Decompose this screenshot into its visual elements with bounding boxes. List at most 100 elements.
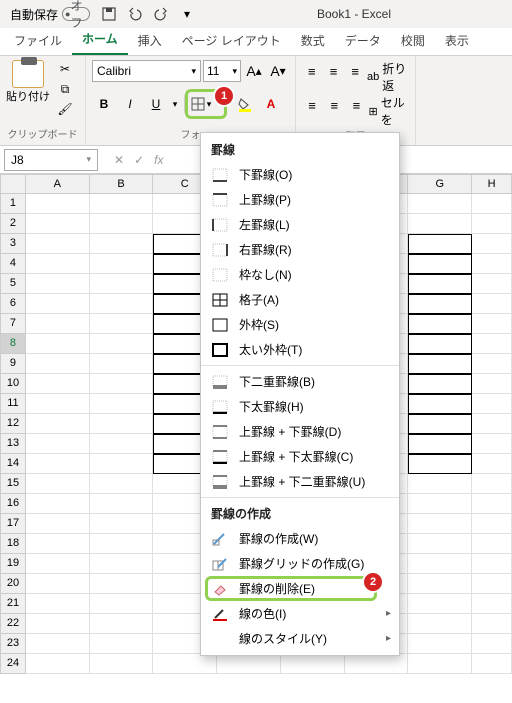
cell[interactable] [90, 614, 154, 634]
save-icon[interactable] [96, 2, 122, 26]
fill-color-button[interactable] [233, 93, 257, 115]
row-header[interactable]: 17 [0, 514, 26, 534]
row-header[interactable]: 11 [0, 394, 26, 414]
increase-font-icon[interactable]: A▴ [243, 60, 265, 82]
cell[interactable] [472, 234, 512, 254]
menu-line-style[interactable]: 線のスタイル(Y)▸ [201, 626, 399, 651]
cell[interactable] [408, 554, 472, 574]
cell[interactable] [26, 654, 90, 674]
cell[interactable] [408, 274, 472, 294]
row-header[interactable]: 24 [0, 654, 26, 674]
cell[interactable] [472, 594, 512, 614]
cell[interactable] [90, 214, 154, 234]
align-left-icon[interactable]: ≡ [302, 94, 322, 116]
cell[interactable] [472, 514, 512, 534]
autosave-toggle[interactable]: 自動保存 ● オフ [4, 6, 96, 23]
menu-top-border[interactable]: 上罫線(P) [201, 187, 399, 212]
row-header[interactable]: 1 [0, 194, 26, 214]
cell[interactable] [90, 254, 154, 274]
copy-icon[interactable]: ⧉ [54, 80, 76, 98]
align-middle-icon[interactable]: ≡ [324, 60, 344, 82]
cell[interactable] [90, 494, 154, 514]
row-header[interactable]: 20 [0, 574, 26, 594]
menu-top-double-bottom[interactable]: 上罫線 + 下二重罫線(U) [201, 469, 399, 494]
cell[interactable] [90, 574, 154, 594]
customize-qat-icon[interactable]: ▾ [174, 2, 200, 26]
cell[interactable] [26, 594, 90, 614]
cell[interactable] [90, 654, 154, 674]
menu-outside-borders[interactable]: 外枠(S) [201, 312, 399, 337]
row-header[interactable]: 22 [0, 614, 26, 634]
menu-left-border[interactable]: 左罫線(L) [201, 212, 399, 237]
font-name-selector[interactable]: Calibri▾ [92, 60, 201, 82]
tab-file[interactable]: ファイル [4, 26, 72, 55]
align-bottom-icon[interactable]: ≡ [345, 60, 365, 82]
menu-erase-border[interactable]: 2 罫線の削除(E) [201, 576, 399, 601]
cell[interactable] [472, 274, 512, 294]
italic-button[interactable]: I [118, 93, 142, 115]
cell[interactable] [153, 654, 217, 674]
menu-no-border[interactable]: 枠なし(N) [201, 262, 399, 287]
cell[interactable] [26, 514, 90, 534]
row-header[interactable]: 2 [0, 214, 26, 234]
cell[interactable] [408, 234, 472, 254]
cell[interactable] [26, 374, 90, 394]
cell[interactable] [408, 434, 472, 454]
cell[interactable] [408, 634, 472, 654]
wrap-text-button[interactable]: ab 折り返 [367, 60, 409, 94]
tab-pagelayout[interactable]: ページ レイアウト [172, 26, 291, 55]
cell[interactable] [472, 454, 512, 474]
cell[interactable] [90, 594, 154, 614]
cell[interactable] [408, 474, 472, 494]
cut-icon[interactable]: ✂ [54, 60, 76, 78]
menu-bottom-border[interactable]: 下罫線(O) [201, 162, 399, 187]
cell[interactable] [408, 614, 472, 634]
cell[interactable] [90, 514, 154, 534]
align-top-icon[interactable]: ≡ [302, 60, 322, 82]
cell[interactable] [408, 534, 472, 554]
cell[interactable] [472, 394, 512, 414]
borders-button[interactable]: ▾ 1 [189, 93, 213, 115]
cell[interactable] [472, 334, 512, 354]
tab-view[interactable]: 表示 [435, 26, 479, 55]
cell[interactable] [408, 414, 472, 434]
row-header[interactable]: 16 [0, 494, 26, 514]
cell[interactable] [408, 194, 472, 214]
row-header[interactable]: 5 [0, 274, 26, 294]
cell[interactable] [26, 434, 90, 454]
menu-thick-outside[interactable]: 太い外枠(T) [201, 337, 399, 362]
cell[interactable] [26, 454, 90, 474]
cell[interactable] [26, 614, 90, 634]
col-header[interactable]: A [26, 174, 90, 194]
cell[interactable] [90, 334, 154, 354]
cell[interactable] [408, 374, 472, 394]
cell[interactable] [408, 514, 472, 534]
cell[interactable] [26, 554, 90, 574]
cell[interactable] [408, 594, 472, 614]
tab-formulas[interactable]: 数式 [291, 26, 335, 55]
cell[interactable] [90, 374, 154, 394]
cell[interactable] [408, 454, 472, 474]
cell[interactable] [408, 254, 472, 274]
tab-review[interactable]: 校閲 [391, 26, 435, 55]
merge-cells-button[interactable]: ⊞ セルを [368, 94, 409, 128]
cell[interactable] [26, 274, 90, 294]
cell[interactable] [26, 294, 90, 314]
cell[interactable] [472, 214, 512, 234]
decrease-font-icon[interactable]: A▾ [267, 60, 289, 82]
row-header[interactable]: 3 [0, 234, 26, 254]
cell[interactable] [408, 574, 472, 594]
cell[interactable] [408, 314, 472, 334]
cell[interactable] [26, 474, 90, 494]
cell[interactable] [345, 654, 409, 674]
underline-button[interactable]: U [144, 93, 168, 115]
row-header[interactable]: 8 [0, 334, 26, 354]
underline-dropdown-icon[interactable]: ▾ [170, 93, 180, 115]
cell[interactable] [472, 534, 512, 554]
cell[interactable] [408, 214, 472, 234]
col-header[interactable]: B [90, 174, 154, 194]
menu-right-border[interactable]: 右罫線(R) [201, 237, 399, 262]
cell[interactable] [90, 534, 154, 554]
cell[interactable] [26, 334, 90, 354]
cell[interactable] [472, 494, 512, 514]
